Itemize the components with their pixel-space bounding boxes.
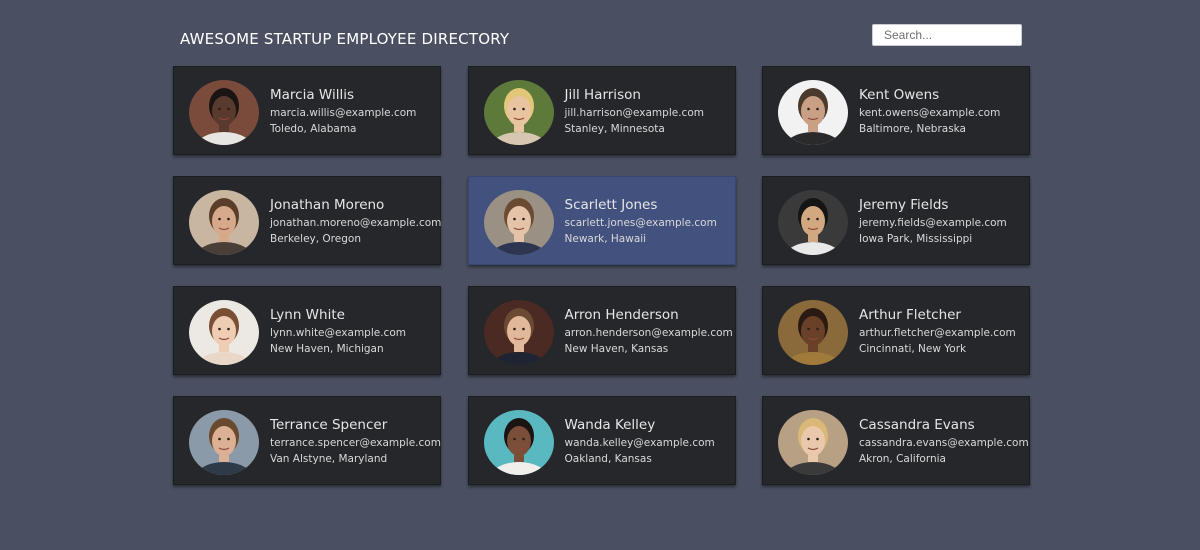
employee-location: Van Alstyne, Maryland (270, 453, 388, 465)
employee-email: cassandra.evans@example.com (859, 437, 1029, 449)
avatar (778, 80, 848, 145)
employee-card[interactable]: Marcia Willis marcia.willis@example.com To… (173, 66, 441, 155)
avatar (778, 300, 848, 365)
employee-card[interactable]: Wanda Kelley wanda.kelley@example.com Oakl… (467, 396, 736, 485)
employee-card[interactable]: Scarlett Jones scarlett.jones@example.com… (467, 176, 736, 265)
employee-email: wanda.kelley@example.com (564, 437, 715, 449)
employee-email: lynn.white@example.com (270, 327, 406, 339)
avatar (189, 300, 259, 365)
avatar (483, 300, 554, 365)
employee-location: Stanley, Minnesota (564, 123, 665, 135)
avatar (189, 80, 259, 145)
employee-card[interactable]: Cassandra Evans cassandra.evans@example.c… (762, 396, 1030, 485)
employee-name: Jonathan Moreno (270, 197, 385, 213)
search-input[interactable] (872, 24, 1022, 46)
avatar (483, 80, 554, 145)
employee-name: Scarlett Jones (564, 197, 658, 213)
employee-location: New Haven, Kansas (564, 343, 669, 355)
employee-location: Oakland, Kansas (564, 453, 652, 465)
employee-email: arthur.fletcher@example.com (859, 327, 1016, 339)
employee-card[interactable]: Terrance Spencer terrance.spencer@example… (173, 396, 441, 485)
employee-email: jill.harrison@example.com (564, 107, 704, 119)
employee-name: Kent Owens (859, 87, 940, 103)
header: AWESOME STARTUP EMPLOYEE DIRECTORY (180, 22, 1022, 52)
employee-card[interactable]: Jeremy Fields jeremy.fields@example.com Io… (762, 176, 1030, 265)
employee-name: Jeremy Fields (859, 197, 949, 213)
employee-card[interactable]: Lynn White lynn.white@example.com New Have… (173, 286, 441, 375)
employee-location: Iowa Park, Mississippi (859, 233, 973, 245)
employee-email: jonathan.moreno@example.com (270, 217, 442, 229)
employee-card[interactable]: Kent Owens kent.owens@example.com Baltimor… (762, 66, 1030, 155)
employee-location: New Haven, Michigan (270, 343, 384, 355)
employee-card[interactable]: Arron Henderson arron.henderson@example.c… (467, 286, 736, 375)
avatar (189, 410, 259, 475)
employee-location: Cincinnati, New York (859, 343, 967, 355)
employee-name: Arron Henderson (564, 307, 679, 323)
employee-name: Arthur Fletcher (859, 307, 961, 323)
employee-location: Toledo, Alabama (270, 123, 357, 135)
employee-name: Marcia Willis (270, 87, 354, 103)
employee-name: Terrance Spencer (270, 417, 388, 433)
employee-location: Baltimore, Nebraska (859, 123, 966, 135)
avatar (483, 410, 554, 475)
employee-name: Cassandra Evans (859, 417, 975, 433)
employee-location: Berkeley, Oregon (270, 233, 361, 245)
employee-email: kent.owens@example.com (859, 107, 1001, 119)
avatar (778, 190, 848, 255)
employee-email: marcia.willis@example.com (270, 107, 417, 119)
employee-card[interactable]: Jonathan Moreno jonathan.moreno@example.c… (173, 176, 441, 265)
employee-name: Lynn White (270, 307, 345, 323)
employee-email: scarlett.jones@example.com (564, 217, 717, 229)
employee-grid: Marcia Willis marcia.willis@example.com To… (173, 66, 1030, 485)
employee-location: Newark, Hawaii (564, 233, 647, 245)
employee-directory-page: AWESOME STARTUP EMPLOYEE DIRECTORY Marci… (0, 0, 1200, 550)
employee-email: arron.henderson@example.com (564, 327, 733, 339)
employee-location: Akron, California (859, 453, 946, 465)
employee-email: terrance.spencer@example.com (270, 437, 441, 449)
avatar (189, 190, 259, 255)
avatar (483, 190, 554, 255)
avatar (778, 410, 848, 475)
employee-card[interactable]: Jill Harrison jill.harrison@example.com St… (467, 66, 736, 155)
page-title: AWESOME STARTUP EMPLOYEE DIRECTORY (180, 30, 510, 48)
employee-card[interactable]: Arthur Fletcher arthur.fletcher@example.c… (762, 286, 1030, 375)
employee-email: jeremy.fields@example.com (859, 217, 1007, 229)
employee-name: Jill Harrison (564, 87, 641, 103)
employee-name: Wanda Kelley (564, 417, 656, 433)
